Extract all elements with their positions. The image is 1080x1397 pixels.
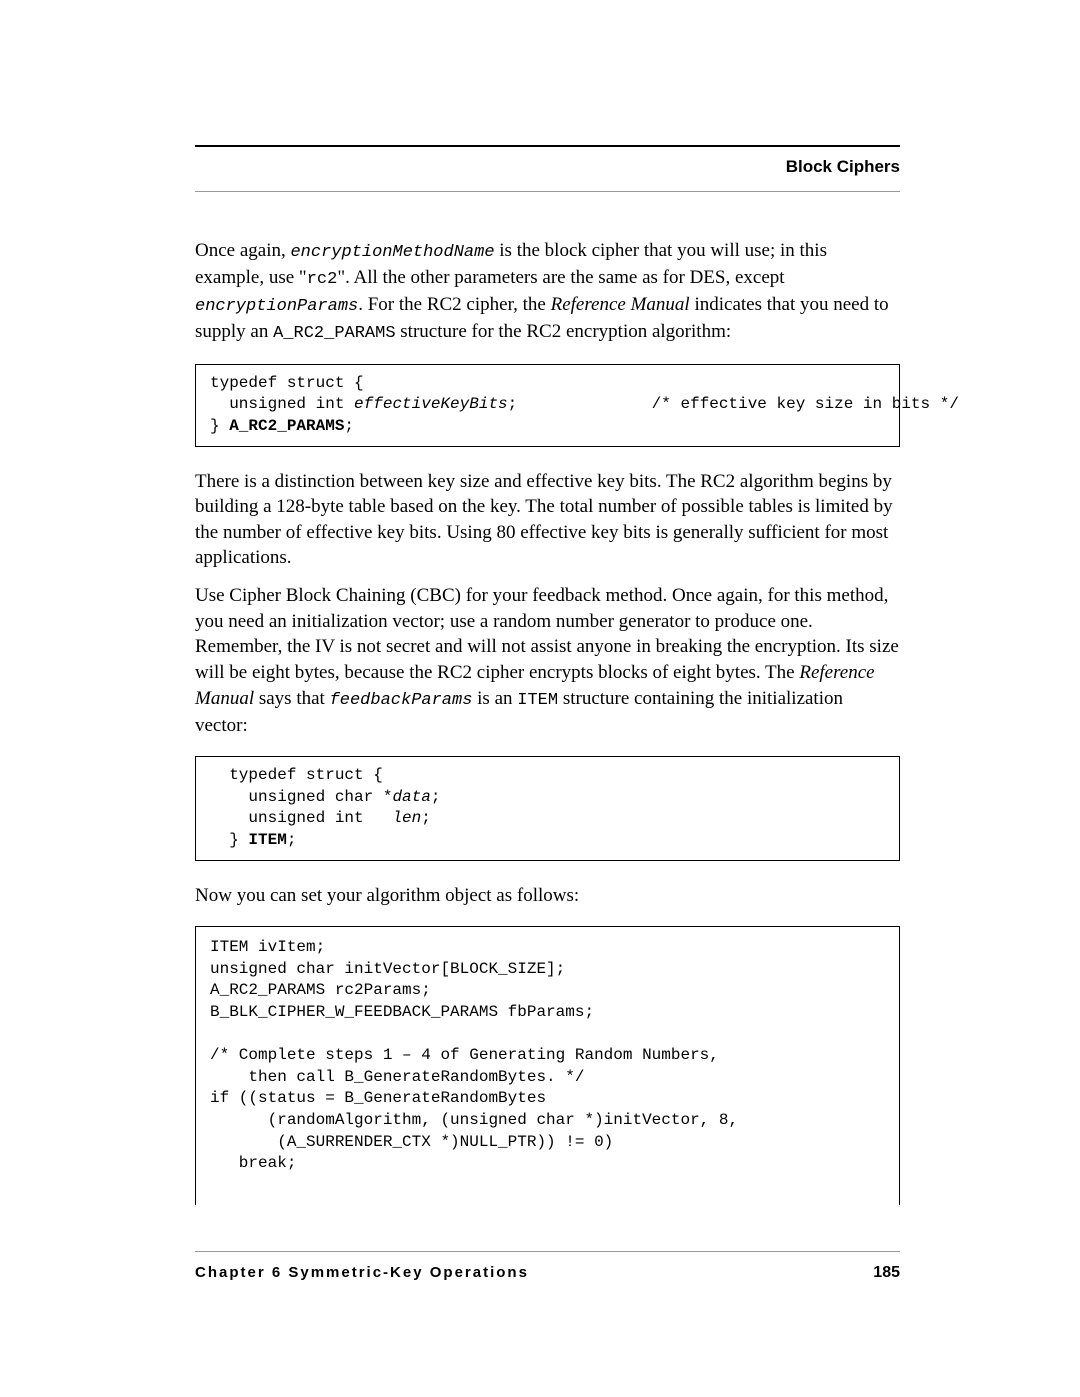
paragraph-3: Use Cipher Block Chaining (CBC) for your… (195, 583, 900, 738)
code-bold: ITEM (248, 831, 286, 849)
code-line: unsigned int (210, 395, 354, 413)
code-block-1: typedef struct { unsigned int effectiveK… (195, 364, 900, 447)
page-number: 185 (873, 1264, 900, 1282)
section-title: Block Ciphers (786, 157, 900, 176)
code-line: ; /* effective key size in bits */ (508, 395, 959, 413)
code-line: } (210, 831, 248, 849)
code-inline: feedbackParams (330, 691, 473, 710)
chapter-label: Chapter 6 Symmetric-Key Operations (195, 1264, 529, 1282)
code-line: typedef struct { (210, 766, 383, 784)
text: says that (254, 688, 329, 709)
code-inline: encryptionMethodName (290, 243, 494, 262)
paragraph-1: Once again, encryptionMethodName is the … (195, 238, 900, 346)
page-footer: Chapter 6 Symmetric-Key Operations 185 (195, 1251, 900, 1282)
code-line: ; (431, 788, 441, 806)
code-italic: data (392, 788, 430, 806)
text: structure for the RC2 encryption algorit… (396, 321, 732, 342)
text: is an (472, 688, 517, 709)
code-line: } (210, 417, 229, 435)
footer-rule (195, 1251, 900, 1252)
paragraph-2: There is a distinction between key size … (195, 469, 900, 572)
running-header: Block Ciphers (195, 157, 900, 192)
text: . For the RC2 cipher, the (358, 294, 550, 315)
code-line: ; (287, 831, 297, 849)
code-block-2: typedef struct { unsigned char *data; un… (195, 756, 900, 860)
code-inline: ITEM (517, 691, 558, 710)
code-bold: A_RC2_PARAMS (229, 417, 344, 435)
code-inline: rc2 (307, 270, 338, 289)
text: ". All the other parameters are the same… (337, 267, 784, 288)
paragraph-4: Now you can set your algorithm object as… (195, 883, 900, 909)
code-italic: len (392, 809, 421, 827)
code-line: unsigned int (210, 809, 392, 827)
code-italic: effectiveKeyBits (354, 395, 508, 413)
code-inline: A_RC2_PARAMS (273, 324, 395, 343)
text: Use Cipher Block Chaining (CBC) for your… (195, 585, 899, 683)
code-line: ; (344, 417, 354, 435)
text: Once again, (195, 240, 290, 261)
code-line: typedef struct { (210, 374, 364, 392)
code-inline: encryptionParams (195, 297, 358, 316)
code-line: unsigned char * (210, 788, 392, 806)
code-line: ; (421, 809, 431, 827)
code-block-3: ITEM ivItem; unsigned char initVector[BL… (195, 926, 900, 1205)
italic-text: Reference Manual (551, 294, 690, 315)
header-thick-rule (195, 145, 900, 147)
